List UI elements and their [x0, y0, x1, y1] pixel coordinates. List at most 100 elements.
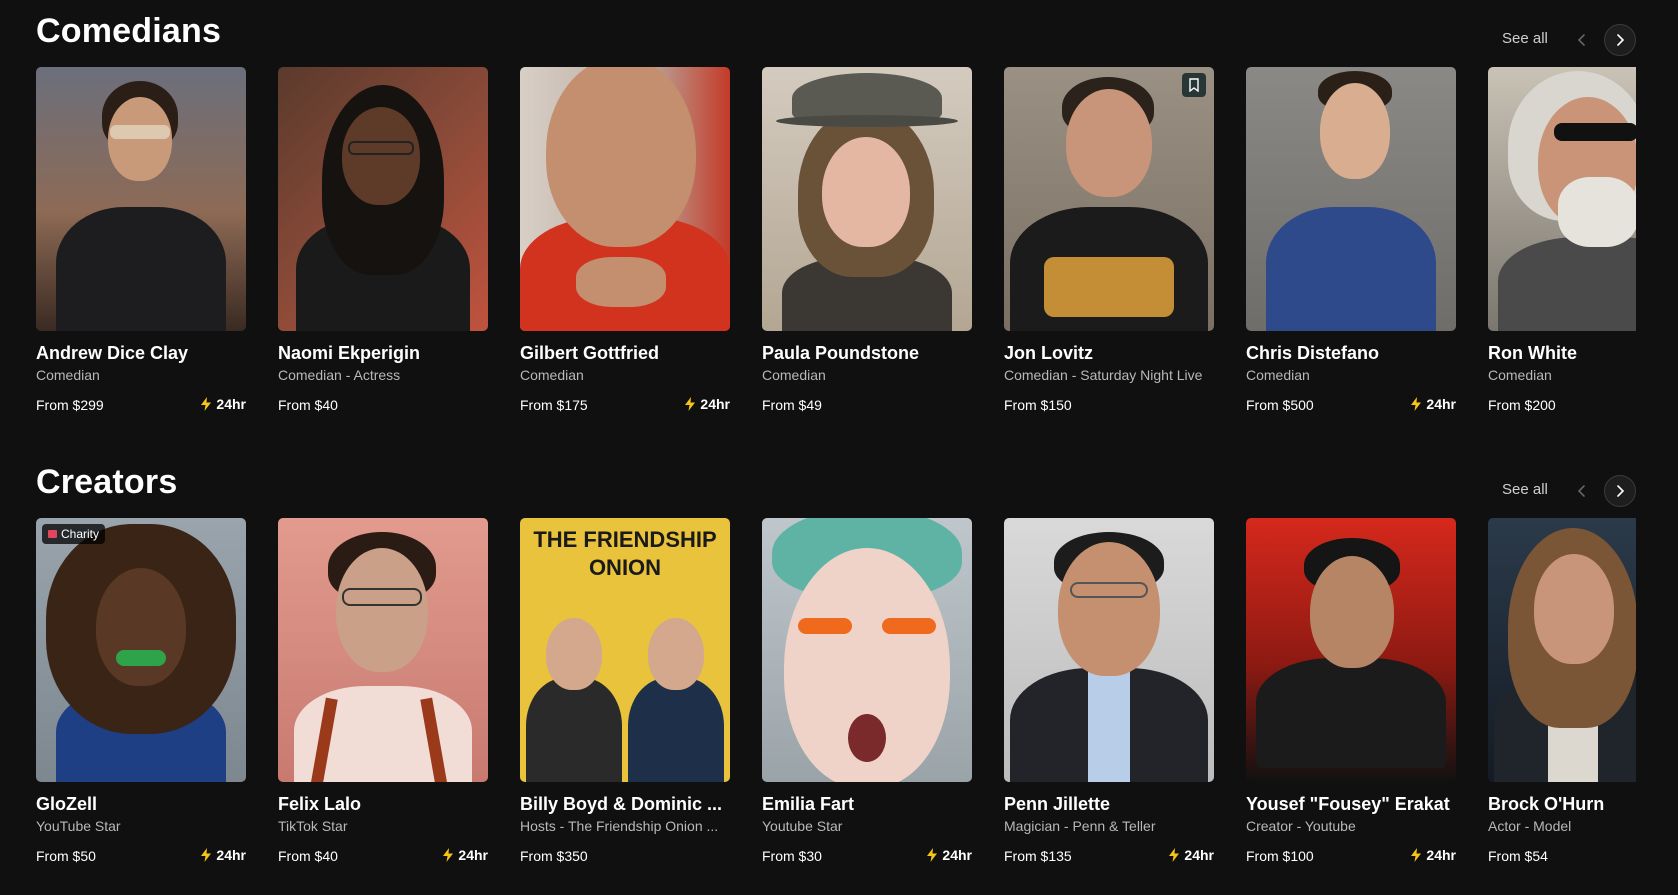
- talent-photo: [1246, 67, 1456, 331]
- talent-card[interactable]: Naomi Ekperigin Comedian - Actress From …: [278, 67, 488, 430]
- carousel-prev-button[interactable]: [1566, 475, 1598, 507]
- talent-photo: [36, 67, 246, 331]
- fast-delivery-badge: 24hr: [1410, 847, 1456, 863]
- talent-name: GloZell: [36, 794, 98, 814]
- section-title: Comedians: [36, 12, 222, 50]
- talent-card[interactable]: THE FRIENDSHIP ONION Billy Boyd & Domini…: [520, 518, 730, 881]
- talent-category: Comedian - Actress: [278, 367, 401, 383]
- talent-photo: [762, 518, 972, 782]
- fast-delivery-badge: 24hr: [200, 847, 246, 863]
- talent-price: From $40: [278, 848, 338, 864]
- talent-photo: [520, 67, 730, 331]
- talent-price: From $100: [1246, 848, 1314, 864]
- talent-price: From $200: [1488, 397, 1556, 413]
- charity-badge: Charity: [42, 524, 106, 544]
- bookmark-button[interactable]: [1182, 73, 1206, 97]
- talent-card[interactable]: Felix Lalo TikTok Star From $40 24hr: [278, 518, 488, 881]
- talent-price: From $49: [762, 397, 822, 413]
- talent-price: From $175: [520, 397, 588, 413]
- talent-category: Comedian - Saturday Night Live: [1004, 367, 1203, 383]
- creators-section: Creators See all Charity GloZell YouTube…: [0, 451, 1678, 881]
- lightning-icon: [443, 848, 454, 862]
- bookmark-icon: [1189, 78, 1199, 92]
- talent-card[interactable]: Emilia Fart Youtube Star From $30 24hr: [762, 518, 972, 881]
- talent-name: Naomi Ekperigin: [278, 343, 421, 363]
- lightning-icon: [1411, 848, 1422, 862]
- charity-label: Charity: [61, 527, 100, 541]
- fast-delivery-label: 24hr: [216, 847, 246, 863]
- talent-name: Billy Boyd & Dominic ...: [520, 794, 723, 814]
- talent-photo: [1246, 518, 1456, 782]
- talent-price: From $135: [1004, 848, 1072, 864]
- carousel-next-button[interactable]: [1604, 475, 1636, 507]
- talent-price: From $500: [1246, 397, 1314, 413]
- talent-name: Emilia Fart: [762, 794, 855, 814]
- talent-card[interactable]: Penn Jillette Magician - Penn & Teller F…: [1004, 518, 1214, 881]
- talent-category: Creator - Youtube: [1246, 818, 1356, 834]
- carousel-next-button[interactable]: [1604, 24, 1636, 56]
- talent-photo: [1004, 67, 1214, 331]
- talent-photo: [278, 67, 488, 331]
- talent-category: TikTok Star: [278, 818, 348, 834]
- talent-card[interactable]: Brock O'Hurn Actor - Model From $54: [1488, 518, 1636, 881]
- talent-photo: [36, 518, 246, 782]
- talent-category: Comedian: [762, 367, 826, 383]
- chevron-left-icon: [1577, 34, 1585, 46]
- fast-delivery-label: 24hr: [700, 396, 730, 412]
- talent-card[interactable]: Paula Poundstone Comedian From $49: [762, 67, 972, 430]
- talent-name: Felix Lalo: [278, 794, 362, 814]
- talent-card[interactable]: Gilbert Gottfried Comedian From $175 24h…: [520, 67, 730, 430]
- poster-title: THE FRIENDSHIP ONION: [533, 527, 717, 580]
- talent-card[interactable]: Charity GloZell YouTube Star From $50 24…: [36, 518, 246, 881]
- flag-icon: [48, 530, 57, 538]
- talent-name: Gilbert Gottfried: [520, 343, 659, 363]
- talent-card[interactable]: Andrew Dice Clay Comedian From $299 24hr: [36, 67, 246, 430]
- talent-name: Chris Distefano: [1246, 343, 1380, 363]
- talent-card[interactable]: Yousef "Fousey" Erakat Creator - Youtube…: [1246, 518, 1456, 881]
- talent-price: From $150: [1004, 397, 1072, 413]
- talent-carousel: Charity GloZell YouTube Star From $50 24…: [0, 518, 1636, 881]
- talent-photo: [1488, 518, 1636, 782]
- talent-photo: [1004, 518, 1214, 782]
- talent-name: Yousef "Fousey" Erakat: [1246, 794, 1450, 814]
- see-all-link[interactable]: See all: [1502, 30, 1548, 47]
- chevron-right-icon: [1617, 485, 1625, 497]
- talent-price: From $350: [520, 848, 588, 864]
- talent-price: From $40: [278, 397, 338, 413]
- talent-name: Penn Jillette: [1004, 794, 1111, 814]
- talent-category: Comedian: [1246, 367, 1310, 383]
- lightning-icon: [1169, 848, 1180, 862]
- chevron-left-icon: [1577, 485, 1585, 497]
- talent-photo: [762, 67, 972, 331]
- chevron-right-icon: [1617, 34, 1625, 46]
- lightning-icon: [1411, 397, 1422, 411]
- carousel-prev-button[interactable]: [1566, 24, 1598, 56]
- talent-category: Hosts - The Friendship Onion ...: [520, 818, 719, 834]
- talent-category: Youtube Star: [762, 818, 843, 834]
- fast-delivery-badge: 24hr: [1168, 847, 1214, 863]
- fast-delivery-badge: 24hr: [442, 847, 488, 863]
- talent-category: Actor - Model: [1488, 818, 1572, 834]
- talent-name: Andrew Dice Clay: [36, 343, 189, 363]
- fast-delivery-label: 24hr: [216, 396, 246, 412]
- talent-category: Comedian: [520, 367, 584, 383]
- fast-delivery-badge: 24hr: [684, 396, 730, 412]
- talent-category: Comedian: [1488, 367, 1552, 383]
- fast-delivery-badge: 24hr: [926, 847, 972, 863]
- talent-card[interactable]: Jon Lovitz Comedian - Saturday Night Liv…: [1004, 67, 1214, 430]
- talent-card[interactable]: Ron White Comedian From $200: [1488, 67, 1636, 430]
- talent-price: From $30: [762, 848, 822, 864]
- lightning-icon: [201, 848, 212, 862]
- lightning-icon: [685, 397, 696, 411]
- talent-name: Jon Lovitz: [1004, 343, 1093, 363]
- fast-delivery-label: 24hr: [942, 847, 972, 863]
- talent-carousel: Andrew Dice Clay Comedian From $299 24hr…: [0, 67, 1636, 430]
- talent-card[interactable]: Chris Distefano Comedian From $500 24hr: [1246, 67, 1456, 430]
- fast-delivery-label: 24hr: [1184, 847, 1214, 863]
- section-title: Creators: [36, 463, 178, 501]
- talent-photo: [1488, 67, 1636, 331]
- see-all-link[interactable]: See all: [1502, 481, 1548, 498]
- comedians-section: Comedians See all Andrew Dice Clay Comed…: [0, 0, 1678, 430]
- fast-delivery-label: 24hr: [1426, 396, 1456, 412]
- talent-name: Brock O'Hurn: [1488, 794, 1605, 814]
